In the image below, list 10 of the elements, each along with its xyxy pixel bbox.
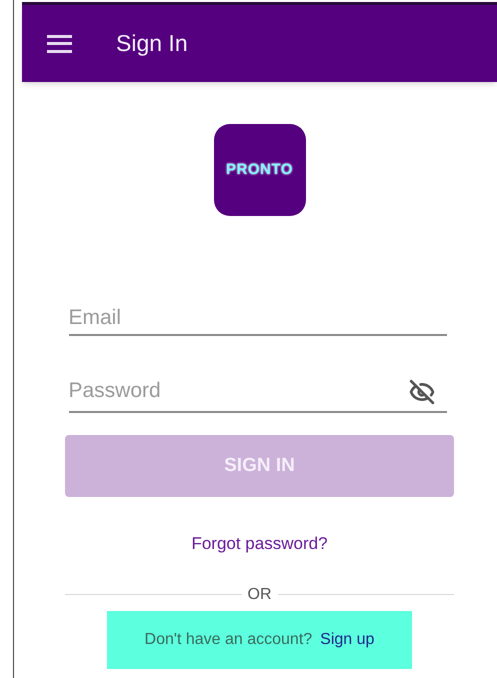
signup-prompt: Don't have an account? <box>144 630 312 650</box>
sign-up-link[interactable]: Sign up <box>320 628 374 652</box>
menu-icon[interactable] <box>47 34 72 52</box>
screen-title: Sign In <box>116 29 188 58</box>
forgot-password-link[interactable]: Forgot password? <box>191 531 328 556</box>
app-logo: PRONTO <box>214 124 306 216</box>
password-field[interactable]: Password <box>68 371 446 413</box>
or-divider-label: OR <box>248 584 272 604</box>
email-field[interactable]: Email <box>68 296 446 336</box>
eye-slash-icon[interactable] <box>408 379 434 405</box>
